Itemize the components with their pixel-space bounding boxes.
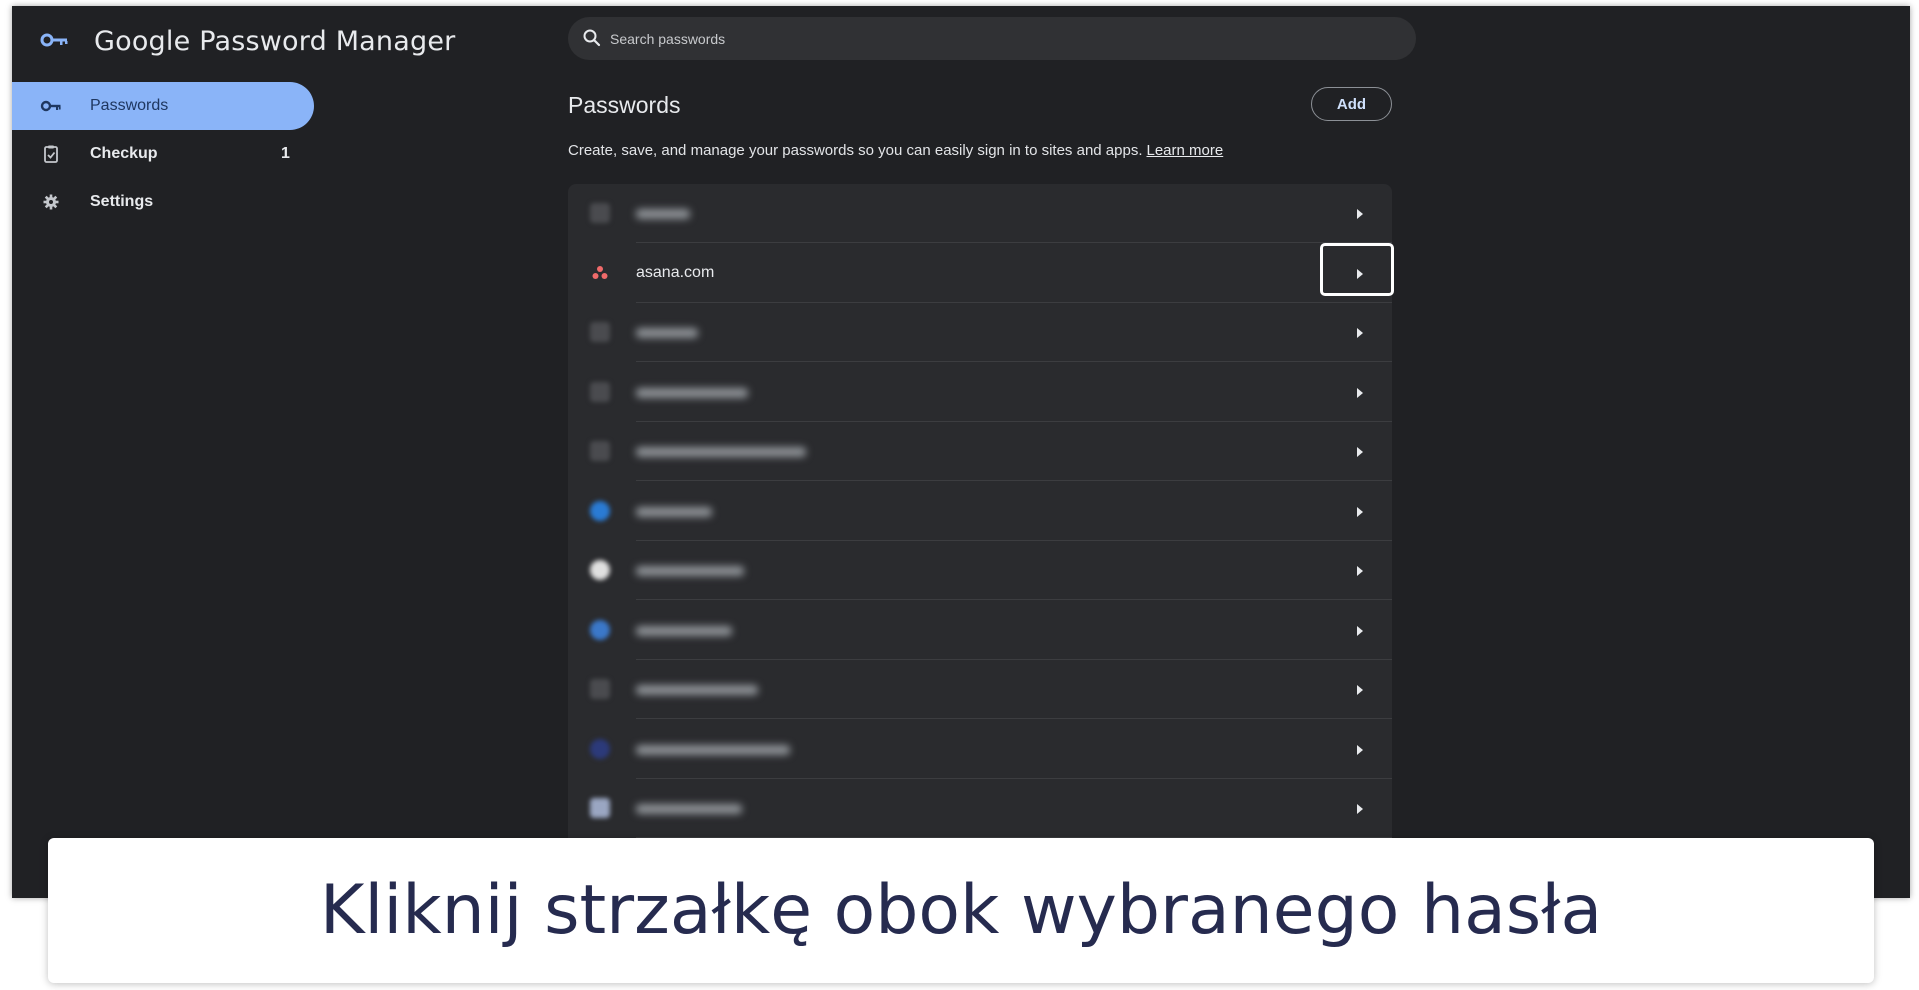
- site-name: [636, 625, 732, 636]
- password-row[interactable]: [568, 779, 1392, 838]
- password-row[interactable]: [568, 720, 1392, 779]
- site-favicon-icon: [590, 441, 610, 461]
- chevron-right-icon[interactable]: [1354, 327, 1366, 339]
- site-name: [636, 387, 748, 398]
- site-name: [636, 804, 742, 814]
- site-name: [636, 447, 806, 457]
- page-description: Create, save, and manage your passwords …: [568, 142, 1223, 159]
- password-list: asana.com: [568, 184, 1392, 898]
- app-header: Google Password Manager: [12, 6, 552, 74]
- password-row[interactable]: [568, 422, 1392, 481]
- chevron-right-icon[interactable]: [1354, 803, 1366, 815]
- key-icon: [40, 100, 61, 112]
- site-name: [636, 685, 758, 695]
- chevron-right-icon[interactable]: [1354, 506, 1366, 518]
- key-icon: [40, 33, 68, 47]
- search-input[interactable]: [610, 17, 1390, 60]
- checkup-count-badge: 1: [281, 145, 290, 162]
- instruction-caption: Kliknij strzałkę obok wybranego hasła: [48, 838, 1874, 983]
- site-favicon-icon: [590, 798, 610, 818]
- caption-text: Kliknij strzałkę obok wybranego hasła: [319, 871, 1603, 950]
- site-name: asana.com: [636, 263, 715, 281]
- password-row[interactable]: [568, 482, 1392, 541]
- password-row[interactable]: [568, 541, 1392, 600]
- password-manager-window: Google Password Manager Passwords Check: [12, 6, 1910, 898]
- password-row[interactable]: asana.com: [568, 244, 1392, 303]
- description-text: Create, save, and manage your passwords …: [568, 142, 1143, 159]
- password-row[interactable]: [568, 184, 1392, 243]
- chevron-right-icon[interactable]: [1354, 446, 1366, 458]
- sidebar-item-settings[interactable]: Settings: [12, 178, 314, 226]
- chevron-right-icon[interactable]: [1354, 744, 1366, 756]
- password-row[interactable]: [568, 303, 1392, 362]
- sidebar-item-passwords[interactable]: Passwords: [12, 82, 314, 130]
- sidebar-item-checkup[interactable]: Checkup 1: [12, 130, 314, 178]
- gear-icon: [43, 194, 59, 210]
- site-favicon-icon: [590, 322, 610, 342]
- site-favicon-icon: [590, 203, 610, 223]
- site-name: [636, 209, 690, 219]
- site-favicon-icon: [590, 619, 610, 640]
- chevron-right-icon[interactable]: [1354, 208, 1366, 220]
- site-favicon-icon: [590, 679, 610, 699]
- chevron-right-icon[interactable]: [1354, 387, 1366, 399]
- clipboard-check-icon: [44, 145, 58, 163]
- site-name: [636, 506, 712, 517]
- password-row[interactable]: [568, 601, 1392, 660]
- add-password-button[interactable]: Add: [1311, 87, 1392, 121]
- learn-more-link[interactable]: Learn more: [1147, 142, 1224, 159]
- asana-logo-icon: [592, 265, 608, 279]
- password-row[interactable]: [568, 363, 1392, 422]
- site-favicon-icon: [590, 560, 610, 580]
- search-icon: [583, 29, 601, 47]
- chevron-right-icon[interactable]: [1354, 565, 1366, 577]
- site-name: [636, 744, 790, 755]
- password-row[interactable]: [568, 660, 1392, 719]
- chevron-highlight-box: [1320, 243, 1394, 296]
- site-name: [636, 328, 698, 338]
- site-favicon-icon: [590, 738, 610, 759]
- sidebar-item-label: Checkup: [90, 145, 158, 162]
- sidebar-nav: Passwords Checkup 1 Settings: [12, 82, 314, 226]
- chevron-right-icon[interactable]: [1354, 684, 1366, 696]
- chevron-right-icon[interactable]: [1354, 625, 1366, 637]
- site-favicon-icon: [590, 500, 610, 521]
- sidebar-item-label: Settings: [90, 193, 154, 210]
- page-title: Passwords: [568, 92, 681, 118]
- site-name: [636, 566, 744, 576]
- sidebar-item-label: Passwords: [90, 97, 169, 114]
- search-bar[interactable]: [568, 17, 1416, 60]
- app-title: Google Password Manager: [94, 26, 456, 57]
- site-favicon-icon: [590, 381, 610, 402]
